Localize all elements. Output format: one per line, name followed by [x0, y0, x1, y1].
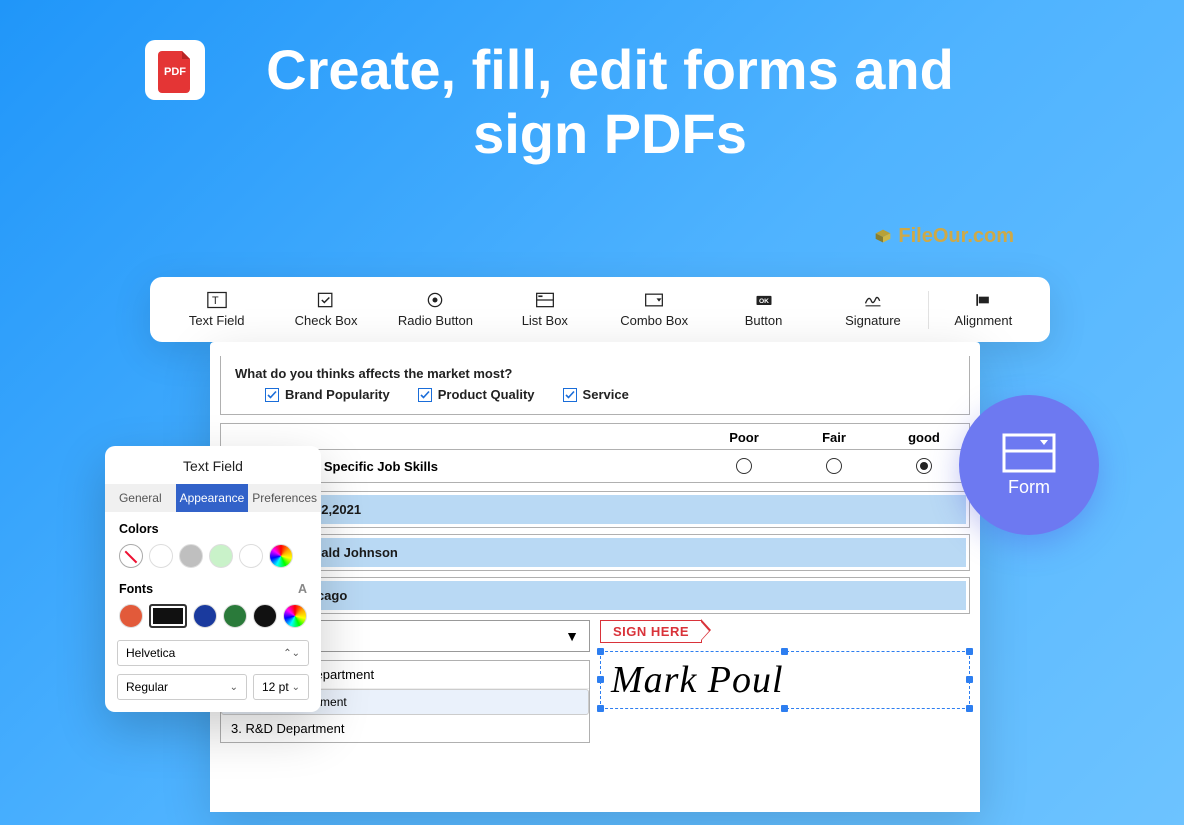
- tool-combo-box[interactable]: Combo Box: [600, 291, 709, 328]
- tool-signature-label: Signature: [845, 313, 901, 328]
- tool-list-box[interactable]: List Box: [490, 291, 599, 328]
- font-color-swatch[interactable]: [193, 604, 217, 628]
- field-value-name[interactable]: Donald Johnson: [286, 538, 966, 567]
- tool-button-label: Button: [745, 313, 783, 328]
- tool-alignment[interactable]: Alignment: [929, 291, 1038, 328]
- radio-good[interactable]: [916, 458, 932, 474]
- color-swatch[interactable]: [149, 544, 173, 568]
- font-size-value: 12 pt: [262, 680, 289, 694]
- checkbox-brand-popularity[interactable]: Brand Popularity: [265, 387, 390, 402]
- checkbox-label: Service: [583, 387, 629, 402]
- rating-col-poor: Poor: [699, 430, 789, 445]
- color-swatch[interactable]: [239, 544, 263, 568]
- tool-list-box-label: List Box: [522, 313, 568, 328]
- font-icon: A: [298, 582, 307, 596]
- form-toolbar: T Text Field Check Box Radio Button List …: [150, 277, 1050, 342]
- tool-signature[interactable]: Signature: [818, 291, 927, 328]
- tab-appearance[interactable]: Appearance: [176, 484, 249, 512]
- color-swatch[interactable]: [209, 544, 233, 568]
- tool-alignment-label: Alignment: [954, 313, 1012, 328]
- question-text: What do you thinks affects the market mo…: [235, 366, 955, 381]
- color-swatch[interactable]: [179, 544, 203, 568]
- tab-general[interactable]: General: [105, 484, 176, 512]
- pdf-app-logo: PDF: [145, 40, 205, 100]
- font-color-swatch[interactable]: [223, 604, 247, 628]
- signature-text: Mark Poul: [611, 659, 784, 701]
- headline: Create, fill, edit forms and sign PDFs: [240, 38, 980, 167]
- colors-label: Colors: [119, 522, 307, 536]
- rating-section: Poor Fair good Knowledge of Specific Job…: [220, 423, 970, 483]
- chevron-down-icon: ⌄: [230, 682, 238, 693]
- resize-handle[interactable]: [597, 648, 604, 655]
- resize-handle[interactable]: [966, 676, 973, 683]
- font-size-select[interactable]: 12 pt⌄: [253, 674, 309, 700]
- tool-radio-button-label: Radio Button: [398, 313, 473, 328]
- tab-preferences[interactable]: Preferences: [248, 484, 321, 512]
- tool-combo-box-label: Combo Box: [620, 313, 688, 328]
- tool-text-field[interactable]: T Text Field: [162, 291, 271, 328]
- checkbox-label: Product Quality: [438, 387, 535, 402]
- font-color-swatch[interactable]: [253, 604, 277, 628]
- rating-col-good: good: [879, 430, 969, 445]
- question-section: What do you thinks affects the market mo…: [220, 356, 970, 415]
- form-badge-label: Form: [1008, 477, 1050, 498]
- resize-handle[interactable]: [966, 705, 973, 712]
- checkbox-product-quality[interactable]: Product Quality: [418, 387, 535, 402]
- svg-text:PDF: PDF: [164, 66, 186, 78]
- document-canvas: What do you thinks affects the market mo…: [210, 342, 980, 812]
- chevron-updown-icon: ⌃⌄: [283, 648, 300, 659]
- color-swatch-rainbow[interactable]: [269, 544, 293, 568]
- checkbox-label: Brand Popularity: [285, 387, 390, 402]
- tool-text-field-label: Text Field: [189, 313, 245, 328]
- list-item[interactable]: 3. R&D Department: [221, 715, 589, 742]
- resize-handle[interactable]: [781, 705, 788, 712]
- watermark: FileOur.com: [872, 225, 1014, 248]
- field-city: CityChicago: [220, 577, 970, 614]
- resize-handle[interactable]: [597, 676, 604, 683]
- font-weight-select[interactable]: Regular ⌄: [117, 674, 247, 700]
- radio-poor[interactable]: [736, 458, 752, 474]
- tool-check-box-label: Check Box: [295, 313, 358, 328]
- inspector-title: Text Field: [105, 446, 321, 484]
- checkbox-service[interactable]: Service: [563, 387, 629, 402]
- form-mode-badge[interactable]: Form: [959, 395, 1099, 535]
- tool-check-box[interactable]: Check Box: [271, 291, 380, 328]
- resize-handle[interactable]: [966, 648, 973, 655]
- tool-button[interactable]: OK Button: [709, 291, 818, 328]
- font-family-value: Helvetica: [126, 646, 175, 660]
- font-color-swatch[interactable]: [149, 604, 187, 628]
- font-color-swatch[interactable]: [119, 604, 143, 628]
- resize-handle[interactable]: [597, 705, 604, 712]
- combo-box-icon: [1002, 433, 1056, 473]
- svg-text:OK: OK: [759, 298, 769, 305]
- radio-fair[interactable]: [826, 458, 842, 474]
- font-color-swatches: [119, 604, 307, 628]
- chevron-down-icon: ⌄: [292, 682, 300, 693]
- font-family-select[interactable]: Helvetica ⌃⌄: [117, 640, 309, 666]
- svg-text:T: T: [212, 295, 219, 307]
- sign-here-badge: SIGN HERE: [600, 620, 702, 643]
- rating-col-fair: Fair: [789, 430, 879, 445]
- resize-handle[interactable]: [781, 648, 788, 655]
- field-date: Date04,22,2021: [220, 491, 970, 528]
- tool-radio-button[interactable]: Radio Button: [381, 291, 490, 328]
- chevron-down-icon: ▼: [565, 628, 579, 644]
- font-weight-value: Regular: [126, 680, 168, 694]
- text-field-inspector: Text Field General Appearance Preference…: [105, 446, 321, 712]
- fonts-label: Fonts: [119, 582, 153, 596]
- color-swatch-none[interactable]: [119, 544, 143, 568]
- color-swatches: [119, 544, 307, 568]
- font-color-rainbow[interactable]: [283, 604, 307, 628]
- field-value-city[interactable]: Chicago: [286, 581, 966, 610]
- signature-field[interactable]: Mark Poul: [600, 651, 970, 709]
- watermark-text: FileOur.com: [898, 225, 1014, 248]
- field-value-date[interactable]: 04,22,2021: [286, 495, 966, 524]
- field-name: NameDonald Johnson: [220, 534, 970, 571]
